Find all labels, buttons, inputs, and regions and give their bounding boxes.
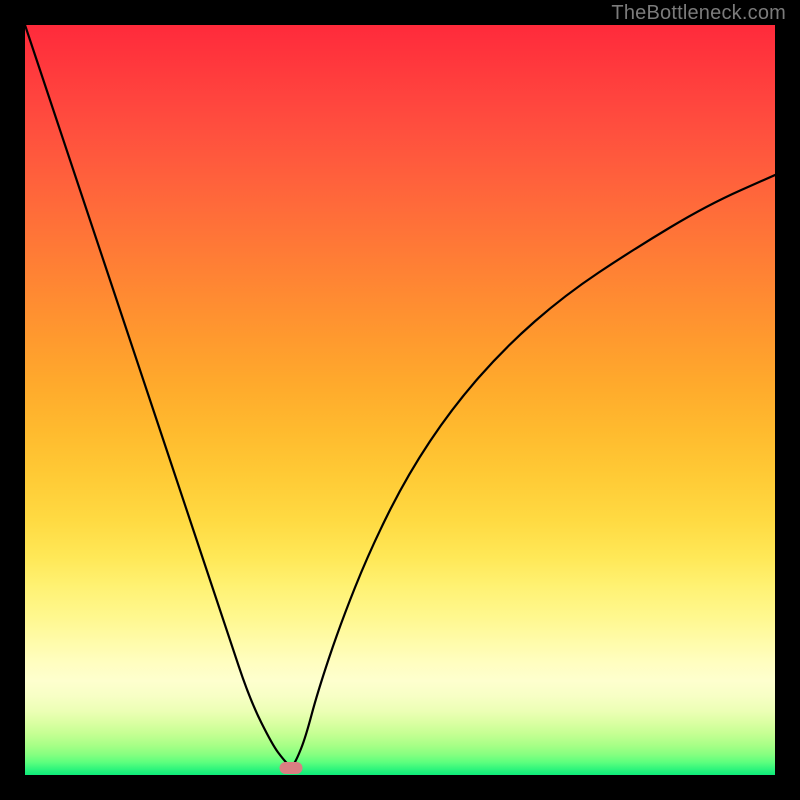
bottleneck-curve [25, 25, 775, 766]
optimum-marker [280, 762, 303, 774]
watermark-text: TheBottleneck.com [611, 2, 786, 25]
curve-layer [25, 25, 775, 775]
plot-area [25, 25, 775, 775]
chart-frame: TheBottleneck.com [0, 0, 800, 800]
